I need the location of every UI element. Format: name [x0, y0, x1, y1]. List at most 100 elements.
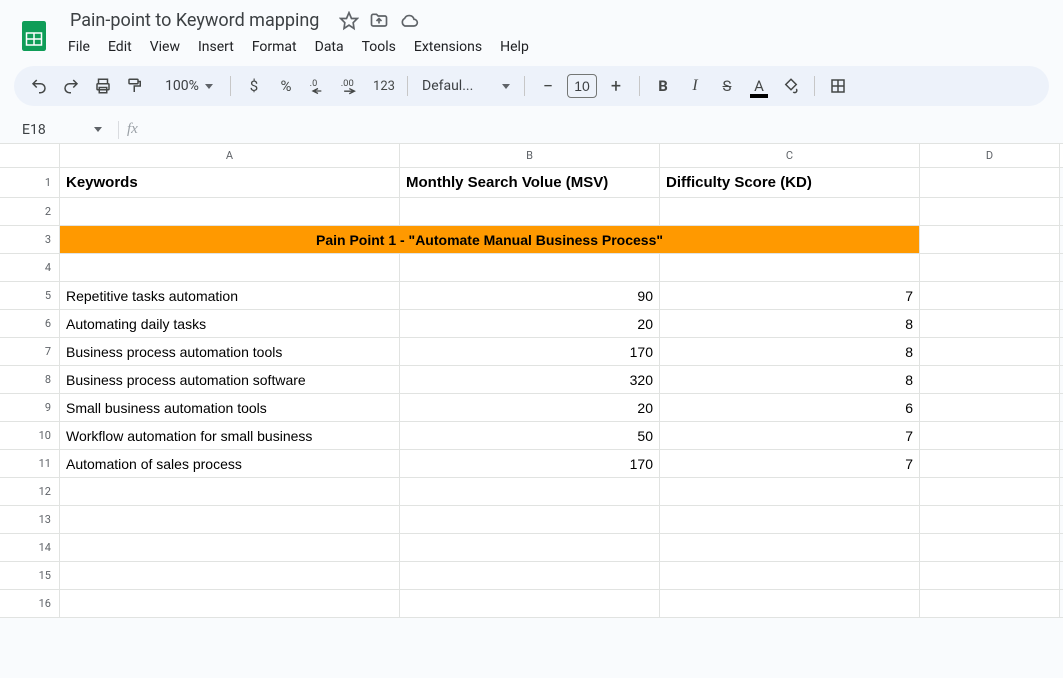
cell-C9[interactable]: 6	[660, 394, 920, 421]
cell-D12[interactable]	[920, 478, 1060, 505]
cell-D15[interactable]	[920, 562, 1060, 589]
cell-A16[interactable]	[60, 590, 400, 617]
increase-decimal-button[interactable]: .00	[335, 71, 367, 101]
paint-format-button[interactable]	[120, 71, 150, 101]
cell-D8[interactable]	[920, 366, 1060, 393]
cell-B7[interactable]: 170	[400, 338, 660, 365]
strikethrough-button[interactable]: S	[712, 71, 742, 101]
cell-D14[interactable]	[920, 534, 1060, 561]
increase-font-button[interactable]: +	[601, 71, 631, 101]
print-button[interactable]	[88, 71, 118, 101]
row-header-11[interactable]: 11	[0, 450, 59, 478]
cell-C11[interactable]: 7	[660, 450, 920, 477]
row-header-16[interactable]: 16	[0, 590, 59, 618]
cell-B1[interactable]: Monthly Search Volue (MSV)	[400, 168, 660, 197]
row-header-5[interactable]: 5	[0, 282, 59, 310]
menu-tools[interactable]: Tools	[354, 35, 404, 59]
redo-button[interactable]	[56, 71, 86, 101]
cell-D16[interactable]	[920, 590, 1060, 617]
italic-button[interactable]: I	[680, 71, 710, 101]
row-header-1[interactable]: 1	[0, 168, 59, 198]
cell-C1[interactable]: Difficulty Score (KD)	[660, 168, 920, 197]
text-color-button[interactable]: A	[744, 71, 774, 101]
cell-A3-merged[interactable]: Pain Point 1 - "Automate Manual Business…	[60, 226, 920, 253]
formula-input[interactable]	[146, 116, 1063, 143]
star-icon[interactable]	[339, 11, 359, 31]
cell-D2[interactable]	[920, 198, 1060, 225]
cell-D3[interactable]	[920, 226, 1060, 253]
move-folder-icon[interactable]	[369, 11, 389, 31]
menu-view[interactable]: View	[142, 35, 188, 59]
cell-D6[interactable]	[920, 310, 1060, 337]
menu-help[interactable]: Help	[492, 35, 537, 59]
cell-D10[interactable]	[920, 422, 1060, 449]
cell-A5[interactable]: Repetitive tasks automation	[60, 282, 400, 309]
cell-C6[interactable]: 8	[660, 310, 920, 337]
cell-A12[interactable]	[60, 478, 400, 505]
document-title[interactable]: Pain-point to Keyword mapping	[64, 8, 325, 33]
decrease-decimal-button[interactable]: .0	[303, 71, 333, 101]
cell-B13[interactable]	[400, 506, 660, 533]
cell-C14[interactable]	[660, 534, 920, 561]
cell-B10[interactable]: 50	[400, 422, 660, 449]
sheets-logo[interactable]	[14, 12, 54, 60]
cell-C8[interactable]: 8	[660, 366, 920, 393]
col-header-A[interactable]: A	[60, 144, 400, 167]
cell-A9[interactable]: Small business automation tools	[60, 394, 400, 421]
cell-C10[interactable]: 7	[660, 422, 920, 449]
format-percent-button[interactable]: %	[271, 71, 301, 101]
font-select[interactable]: Defaul...	[416, 71, 516, 101]
row-header-15[interactable]: 15	[0, 562, 59, 590]
row-header-3[interactable]: 3	[0, 226, 59, 254]
cell-B16[interactable]	[400, 590, 660, 617]
cell-B14[interactable]	[400, 534, 660, 561]
cell-B11[interactable]: 170	[400, 450, 660, 477]
zoom-select[interactable]: 100%	[152, 71, 222, 101]
row-header-2[interactable]: 2	[0, 198, 59, 226]
cell-C5[interactable]: 7	[660, 282, 920, 309]
row-header-10[interactable]: 10	[0, 422, 59, 450]
spreadsheet-grid[interactable]: A B C D 12345678910111213141516 Keywords…	[0, 144, 1063, 664]
cell-A8[interactable]: Business process automation software	[60, 366, 400, 393]
menu-extensions[interactable]: Extensions	[406, 35, 490, 59]
cell-A10[interactable]: Workflow automation for small business	[60, 422, 400, 449]
cell-A6[interactable]: Automating daily tasks	[60, 310, 400, 337]
cell-A4[interactable]	[60, 254, 400, 281]
borders-button[interactable]	[823, 71, 853, 101]
cell-A11[interactable]: Automation of sales process	[60, 450, 400, 477]
cell-A14[interactable]	[60, 534, 400, 561]
cell-D11[interactable]	[920, 450, 1060, 477]
row-header-6[interactable]: 6	[0, 310, 59, 338]
row-header-8[interactable]: 8	[0, 366, 59, 394]
menu-format[interactable]: Format	[244, 35, 305, 59]
cell-B12[interactable]	[400, 478, 660, 505]
cell-B5[interactable]: 90	[400, 282, 660, 309]
cell-B4[interactable]	[400, 254, 660, 281]
format-currency-button[interactable]: $	[239, 71, 269, 101]
cell-C4[interactable]	[660, 254, 920, 281]
row-header-14[interactable]: 14	[0, 534, 59, 562]
row-header-12[interactable]: 12	[0, 478, 59, 506]
font-size-input[interactable]	[567, 74, 597, 98]
cell-A7[interactable]: Business process automation tools	[60, 338, 400, 365]
cell-D9[interactable]	[920, 394, 1060, 421]
row-header-4[interactable]: 4	[0, 254, 59, 282]
cell-C2[interactable]	[660, 198, 920, 225]
decrease-font-button[interactable]: −	[533, 71, 563, 101]
row-header-7[interactable]: 7	[0, 338, 59, 366]
menu-edit[interactable]: Edit	[100, 35, 140, 59]
cell-B15[interactable]	[400, 562, 660, 589]
cell-C16[interactable]	[660, 590, 920, 617]
more-formats-button[interactable]: 123	[369, 71, 399, 101]
cell-C12[interactable]	[660, 478, 920, 505]
bold-button[interactable]: B	[648, 71, 678, 101]
cell-B9[interactable]: 20	[400, 394, 660, 421]
menu-data[interactable]: Data	[307, 35, 352, 59]
cell-A15[interactable]	[60, 562, 400, 589]
cell-A1[interactable]: Keywords	[60, 168, 400, 197]
cell-D7[interactable]	[920, 338, 1060, 365]
cell-B8[interactable]: 320	[400, 366, 660, 393]
cell-B6[interactable]: 20	[400, 310, 660, 337]
fill-color-button[interactable]	[776, 71, 806, 101]
select-all-corner[interactable]	[0, 144, 60, 168]
